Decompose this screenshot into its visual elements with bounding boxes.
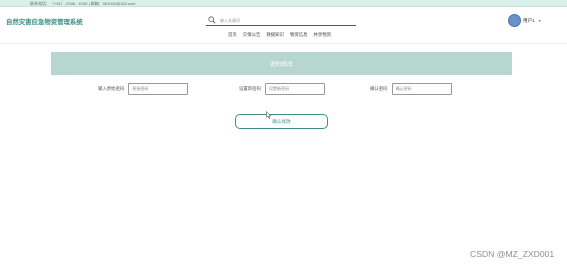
old-password-input[interactable] bbox=[128, 82, 189, 95]
old-password-label: 输入原始密码 bbox=[98, 85, 125, 91]
confirm-password-label: 确认密码 bbox=[370, 85, 388, 91]
new-password-input[interactable] bbox=[264, 82, 325, 95]
search-input[interactable] bbox=[220, 15, 350, 25]
search-box[interactable] bbox=[206, 14, 356, 26]
watermark: CSDN @MZ_ZXD001 bbox=[470, 249, 555, 259]
mouse-cursor-icon bbox=[266, 111, 272, 119]
header-divider bbox=[0, 43, 567, 44]
nav-item-disaster-notices[interactable]: 灾情公告 bbox=[243, 32, 261, 38]
contact-bar: 联系电话：（+01）-2345 - 6789 | 邮箱：001002@163.c… bbox=[0, 0, 567, 7]
confirm-password-input[interactable] bbox=[391, 82, 452, 95]
site-title: 自然灾害应急物资管理系统 bbox=[6, 19, 83, 26]
confirm-change-button[interactable]: 确认修改 bbox=[235, 114, 328, 129]
nav-item-shared-supplies[interactable]: 共享物资 bbox=[314, 32, 332, 38]
user-name[interactable]: 用户1 bbox=[523, 18, 535, 24]
old-password-field: 输入原始密码 bbox=[98, 82, 189, 95]
user-menu[interactable]: 用户1 ▾ bbox=[508, 14, 541, 27]
chevron-down-icon[interactable]: ▾ bbox=[539, 18, 541, 23]
nav-item-rescue-knowledge[interactable]: 救援知识 bbox=[266, 32, 284, 38]
nav-item-home[interactable]: 首页 bbox=[228, 32, 237, 38]
nav-item-supplies-info[interactable]: 物资信息 bbox=[290, 32, 308, 38]
new-password-field: 设置新密码 bbox=[239, 82, 325, 95]
main-nav: 首页 灾情公告 救援知识 物资信息 共享物资 bbox=[228, 32, 331, 38]
page-title: 密码修改 bbox=[270, 61, 293, 68]
search-icon[interactable] bbox=[208, 16, 216, 24]
contact-text: 联系电话：（+01）-2345 - 6789 | 邮箱：001002@163.c… bbox=[30, 1, 136, 6]
section-banner: 密码修改 bbox=[51, 52, 512, 75]
new-password-label: 设置新密码 bbox=[239, 85, 261, 91]
avatar[interactable] bbox=[508, 14, 521, 27]
confirm-password-field: 确认密码 bbox=[370, 82, 452, 95]
